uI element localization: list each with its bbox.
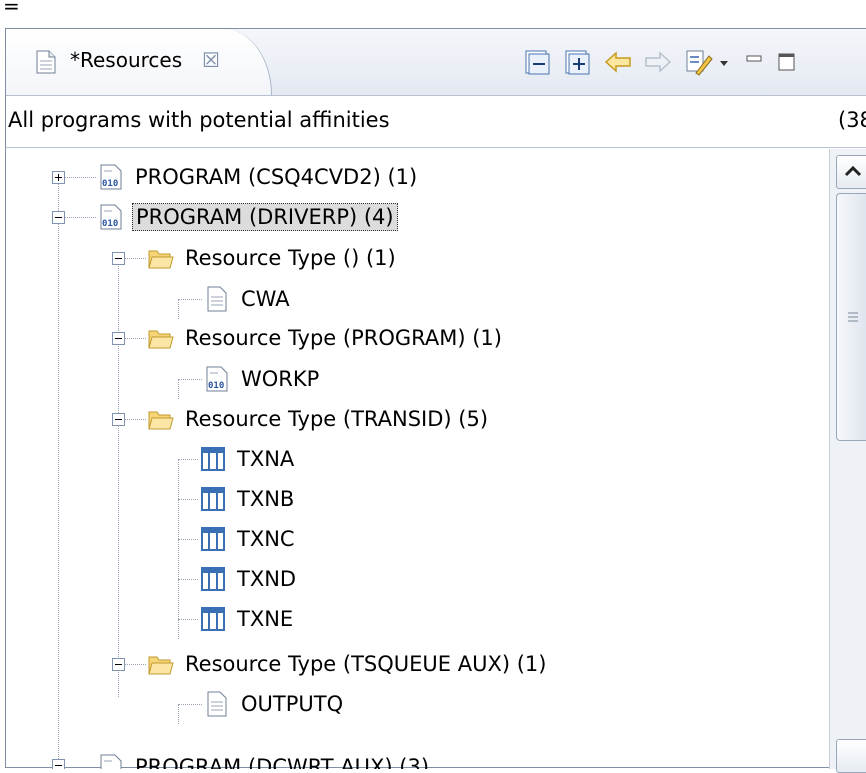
program-file-icon: 010 <box>100 754 122 769</box>
folder-open-icon <box>148 411 174 430</box>
tab-title: *Resources <box>70 48 183 72</box>
tree-item-program[interactable]: 010 PROGRAM (DCWRT AUX) (3) <box>98 747 432 769</box>
folder-open-icon <box>148 250 174 269</box>
tree-item-label: TXNE <box>237 607 294 631</box>
folder-open-icon <box>148 330 174 349</box>
tree-item-resource[interactable]: OUTPUTQ <box>204 684 346 724</box>
grip-icon <box>848 312 858 322</box>
program-file-icon: 010 <box>100 204 122 230</box>
maximize-icon[interactable] <box>771 47 801 77</box>
tree-item-resource-type[interactable]: Resource Type (TSQUEUE AUX) (1) <box>148 644 549 684</box>
program-file-icon: 010 <box>100 164 122 190</box>
tree-item-label: WORKP <box>241 367 320 391</box>
chevron-up-icon <box>844 165 862 177</box>
tree-item-program[interactable]: 010 PROGRAM (DRIVERP) (4) <box>98 197 398 237</box>
tree-item-transaction[interactable]: TXNE <box>200 599 296 639</box>
document-icon <box>36 50 56 74</box>
forward-arrow-icon[interactable] <box>643 47 673 77</box>
transaction-icon <box>201 447 225 471</box>
transaction-icon <box>201 567 225 591</box>
collapse-toggle[interactable] <box>52 759 65 769</box>
view-menu-chevron-icon[interactable] <box>714 47 734 77</box>
tree-item-transaction[interactable]: TXND <box>200 559 299 599</box>
scroll-down-button[interactable] <box>836 739 866 773</box>
tree-item-resource[interactable]: 010 WORKP <box>204 359 322 399</box>
tree-item-transaction[interactable]: TXNB <box>200 479 297 519</box>
program-file-icon: 010 <box>206 366 228 392</box>
tree-item-resource[interactable]: CWA <box>204 279 293 319</box>
collapse-toggle[interactable] <box>112 252 125 265</box>
tree-item-label: CWA <box>241 287 290 311</box>
vertical-scrollbar[interactable] <box>829 149 866 773</box>
transaction-icon <box>201 487 225 511</box>
svg-text:010: 010 <box>102 179 118 189</box>
view-description: All programs with potential affinities <box>8 108 390 132</box>
tree-item-label: TXNA <box>237 447 295 471</box>
tree-item-resource-type[interactable]: Resource Type () (1) <box>148 238 399 278</box>
tree-item-program[interactable]: 010 PROGRAM (CSQ4CVD2) (1) <box>98 157 420 197</box>
collapse-all-icon[interactable] <box>522 47 552 77</box>
top-edge-text: = <box>3 0 20 18</box>
resources-view: *Resources ☒ All programs with potential… <box>5 28 866 773</box>
tree-item-resource-type[interactable]: Resource Type (PROGRAM) (1) <box>148 318 505 358</box>
resource-tree: 010 PROGRAM (CSQ4CVD2) (1) 010 PROGRAM (… <box>6 149 829 769</box>
expand-toggle[interactable] <box>52 171 65 184</box>
tree-item-label: Resource Type (TRANSID) (5) <box>185 407 489 431</box>
tree-item-label: TXND <box>237 567 297 591</box>
tree-item-label: TXNC <box>237 527 295 551</box>
collapse-toggle[interactable] <box>112 332 125 345</box>
tab-resources[interactable]: *Resources ☒ <box>6 29 272 95</box>
view-description-bar: All programs with potential affinities (… <box>6 97 866 148</box>
transaction-icon <box>201 607 225 631</box>
tree-item-label: PROGRAM (DRIVERP) (4) <box>132 203 398 231</box>
tree-item-label: TXNB <box>237 487 295 511</box>
tree-item-label: Resource Type (PROGRAM) (1) <box>185 326 502 350</box>
tree-item-label: PROGRAM (CSQ4CVD2) (1) <box>135 165 418 189</box>
edit-tool-icon[interactable] <box>684 47 714 77</box>
tree-item-label: OUTPUTQ <box>241 692 344 716</box>
minimize-icon[interactable] <box>739 47 769 77</box>
scroll-thumb[interactable] <box>836 193 866 441</box>
tree-item-transaction[interactable]: TXNC <box>200 519 298 559</box>
collapse-toggle[interactable] <box>112 413 125 426</box>
result-count: (38) <box>838 108 866 132</box>
tree-item-label: PROGRAM (DCWRT AUX) (3) <box>135 755 430 769</box>
scroll-up-button[interactable] <box>836 155 866 189</box>
tree-item-label: Resource Type (TSQUEUE AUX) (1) <box>185 652 547 676</box>
tree-item-label: Resource Type () (1) <box>185 246 396 270</box>
document-icon <box>207 286 227 312</box>
collapse-toggle[interactable] <box>112 658 125 671</box>
collapse-toggle[interactable] <box>52 211 65 224</box>
tree-item-transaction[interactable]: TXNA <box>200 439 297 479</box>
transaction-icon <box>201 527 225 551</box>
close-icon[interactable]: ☒ <box>202 48 220 72</box>
folder-open-icon <box>148 656 174 675</box>
svg-text:010: 010 <box>208 381 224 391</box>
svg-text:010: 010 <box>102 219 118 229</box>
tree-item-resource-type[interactable]: Resource Type (TRANSID) (5) <box>148 399 491 439</box>
view-tab-bar: *Resources ☒ <box>6 29 866 96</box>
back-arrow-icon[interactable] <box>603 47 633 77</box>
expand-all-icon[interactable] <box>562 47 592 77</box>
document-icon <box>207 691 227 717</box>
